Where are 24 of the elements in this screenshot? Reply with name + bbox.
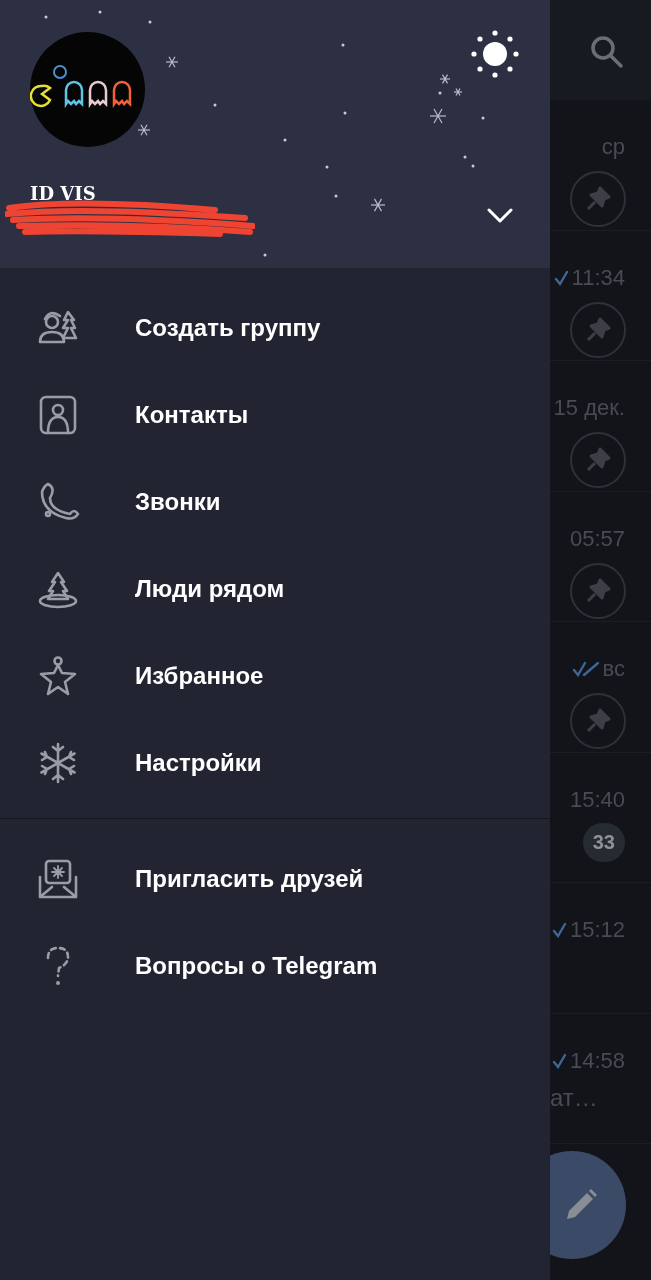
menu-item[interactable]: Вопросы о Telegram xyxy=(0,922,550,1009)
chat-time: 15:40 xyxy=(569,786,625,813)
avatar[interactable] xyxy=(30,32,145,147)
menu-item[interactable]: Избранное xyxy=(0,632,550,719)
chat-time: 11:34 xyxy=(571,264,625,291)
menu-item[interactable]: Создать группу xyxy=(0,284,550,371)
compose-button[interactable] xyxy=(550,1151,626,1259)
sun-icon[interactable] xyxy=(471,30,519,78)
account-name: ID VIS xyxy=(30,183,97,204)
menu-item[interactable]: Контакты xyxy=(0,371,550,458)
chat-time: 05:57 xyxy=(569,525,625,552)
message-preview: ат… xyxy=(550,1083,598,1112)
menu-item[interactable]: Настройки xyxy=(0,719,550,806)
menu-item[interactable]: Люди рядом xyxy=(0,545,550,632)
chat-time: 15 дек. xyxy=(553,395,625,421)
search-icon[interactable] xyxy=(590,35,624,69)
chevron-icon[interactable] xyxy=(486,206,514,224)
chat-time: 15:12 xyxy=(569,917,625,943)
unread-badge: 33 xyxy=(582,822,625,862)
chat-time: ср xyxy=(601,134,625,160)
chat-time: вс xyxy=(602,656,625,682)
menu-item[interactable]: Звонки xyxy=(0,458,550,545)
menu-item[interactable]: Пригласить друзей xyxy=(0,835,550,922)
chat-time: 14:58 xyxy=(569,1047,625,1074)
